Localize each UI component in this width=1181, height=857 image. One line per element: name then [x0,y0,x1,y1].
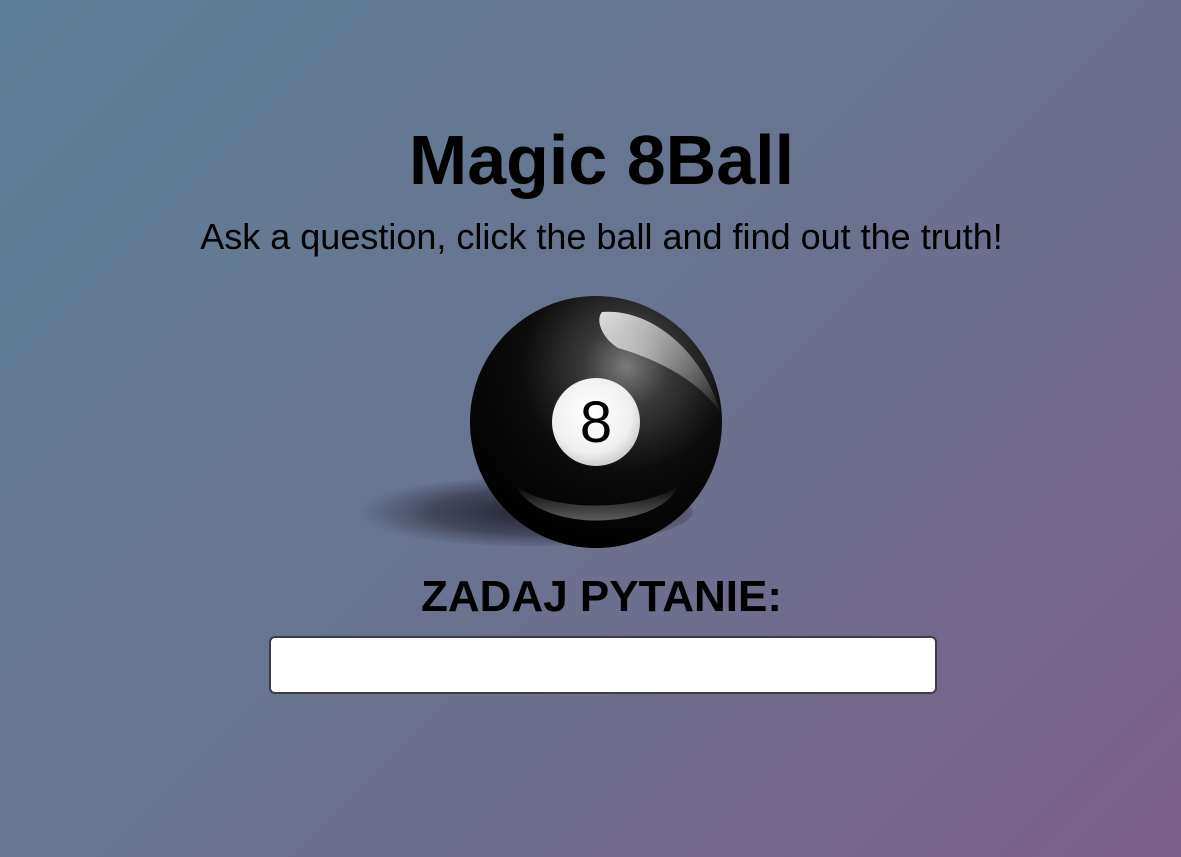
question-label: ZADAJ PYTANIE: [421,572,782,621]
page-subtitle: Ask a question, click the ball and find … [200,216,1003,257]
magic-8-ball-button[interactable]: 8 [350,290,740,560]
question-input[interactable] [269,636,937,694]
page-title: Magic 8Ball [408,121,795,199]
eight-ball-icon: 8 [357,296,722,548]
ball-number: 8 [580,390,612,455]
page: Magic 8Ball Ask a question, click the ba… [0,0,1181,857]
